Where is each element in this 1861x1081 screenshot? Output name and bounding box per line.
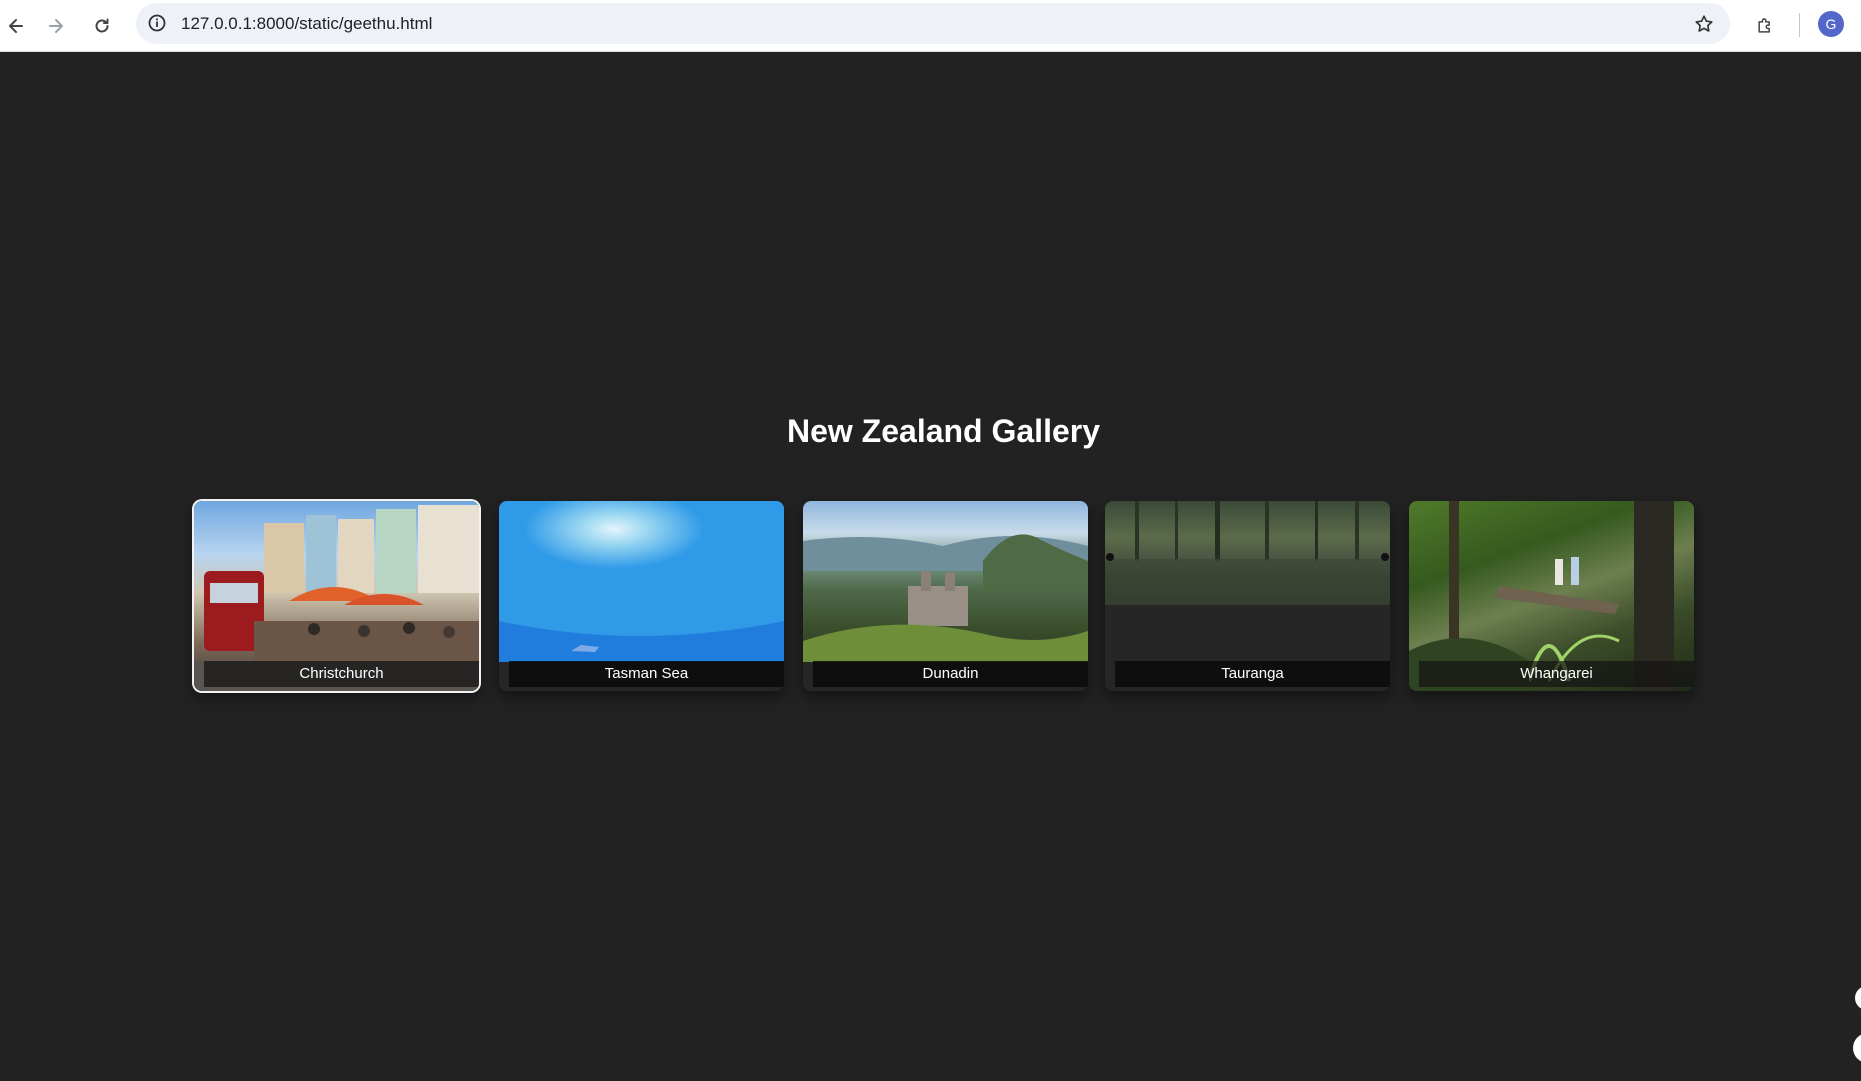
back-button[interactable] [0,10,32,42]
dunadin-image [803,501,1088,662]
forward-button[interactable] [40,10,72,42]
reload-button[interactable] [86,10,118,42]
arrow-right-icon [49,19,63,33]
card-caption: Dunadin [813,661,1088,687]
floating-widget[interactable] [1855,986,1861,1010]
tasman-sea-image [499,501,784,662]
bookmark-star-icon[interactable] [1692,12,1716,36]
arrow-left-icon [9,19,23,33]
extensions-button[interactable] [1749,10,1781,42]
reload-icon [95,18,109,33]
gallery-card-christchurch[interactable]: Christchurch [194,501,479,691]
tauranga-image [1105,501,1390,605]
page-title: New Zealand Gallery [786,413,1100,449]
floating-widget[interactable] [1853,1033,1861,1063]
browser-toolbar: 127.0.0.1:8000/static/geethu.html G [0,0,1861,52]
card-caption: Tasman Sea [509,661,784,687]
card-caption: Christchurch [204,661,479,687]
profile-avatar[interactable]: G [1818,11,1844,37]
toolbar-divider [1799,13,1800,37]
gallery: Christchurch Tasman Sea Dunadin Tauranga… [194,501,1694,691]
card-caption: Whangarei [1419,661,1694,687]
card-caption: Tauranga [1115,661,1390,687]
gallery-card-tauranga[interactable]: Tauranga [1105,501,1390,691]
address-bar[interactable]: 127.0.0.1:8000/static/geethu.html [136,3,1730,44]
site-info-icon[interactable] [146,12,168,34]
url-text: 127.0.0.1:8000/static/geethu.html [181,14,433,33]
gallery-card-tasman-sea[interactable]: Tasman Sea [499,501,784,691]
gallery-card-dunadin[interactable]: Dunadin [803,501,1088,691]
gallery-card-whangarei[interactable]: Whangarei [1409,501,1694,691]
puzzle-icon [1758,18,1770,33]
